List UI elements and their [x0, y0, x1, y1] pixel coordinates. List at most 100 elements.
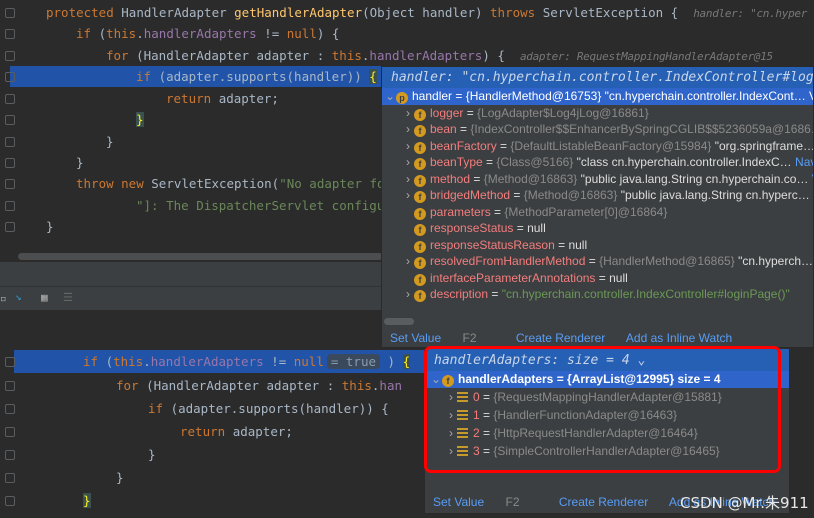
add-inline-watch-link[interactable]: Add as Inline Watch	[626, 331, 732, 345]
fold-marker-icon[interactable]	[5, 426, 15, 437]
tree-root-handler[interactable]: ⌄ p handler = {HandlerMethod@16753} "cn.hy…	[382, 88, 813, 105]
code-line: }	[106, 131, 114, 152]
item-name: method	[430, 171, 471, 186]
item-value: "cn.hyperch…	[738, 254, 813, 268]
fold-marker-icon[interactable]	[5, 221, 15, 232]
fold-marker-icon[interactable]	[5, 495, 15, 506]
field-icon: f	[414, 240, 426, 253]
code-token: (adapter.supports(handler)) {	[170, 401, 389, 416]
inline-value-badge: = true	[326, 354, 381, 369]
view-link[interactable]: V	[812, 172, 813, 186]
field-icon: f	[414, 207, 426, 220]
debug-toolbar: ▫ ↘ ▦ ☰	[0, 286, 382, 310]
tree-item[interactable]: f parameters = {MethodParameter[0]@16864}	[382, 204, 813, 221]
field-icon: f	[414, 158, 426, 170]
stop-icon[interactable]: ▫	[0, 292, 7, 305]
chevron-right-icon[interactable]: ›	[402, 105, 414, 122]
code-token: (Object handler)	[362, 5, 491, 20]
tree-item[interactable]: f responseStatus = null	[382, 220, 813, 237]
code-token: throw new	[76, 176, 152, 191]
item-string: "cn.hyperchain.controller.IndexControlle…	[501, 287, 790, 301]
code-token: adapter;	[218, 91, 279, 106]
item-value: null	[568, 237, 588, 252]
parameter-icon: p	[396, 92, 408, 104]
tree-item[interactable]: › f logger = {LogAdapter$Log4jLog@16861}	[382, 105, 813, 122]
code-token: this	[341, 378, 372, 393]
tree-item[interactable]: › f method = {Method@16863} "public java.l…	[382, 171, 813, 188]
code-token: }	[76, 155, 84, 170]
fold-marker-icon[interactable]	[5, 178, 15, 189]
view-link[interactable]: Navig	[795, 155, 813, 169]
code-token: return	[166, 91, 219, 106]
fold-marker-icon[interactable]	[5, 136, 15, 147]
code-token: !=	[256, 26, 287, 41]
field-icon: f	[414, 141, 426, 154]
fold-marker-icon[interactable]	[5, 93, 15, 104]
fold-marker-icon[interactable]	[5, 7, 15, 18]
item-ref: {HandlerMethod@16865}	[599, 254, 735, 268]
tree-item[interactable]: › f description = "cn.hyperchain.controlle…	[382, 286, 813, 303]
fold-marker-icon[interactable]	[5, 71, 15, 82]
item-name: parameters	[430, 204, 491, 219]
code-token: }	[83, 493, 91, 508]
popup-scrollbar[interactable]	[384, 318, 414, 325]
code-line: return adapter;	[180, 420, 293, 443]
code-token: if	[83, 354, 106, 369]
fold-marker-icon[interactable]	[5, 157, 15, 168]
fold-marker-icon[interactable]	[5, 28, 15, 39]
tree-item[interactable]: › f beanType = {Class@5166} "class cn.hype…	[382, 154, 813, 171]
chevron-right-icon[interactable]: ›	[402, 187, 414, 204]
create-renderer-link[interactable]: Create Renderer	[559, 495, 648, 509]
code-token: }	[106, 134, 114, 149]
fold-marker-icon[interactable]	[5, 50, 15, 61]
code-token: ServletException(	[151, 176, 280, 191]
code-token: handlerAdapters	[369, 48, 483, 63]
code-token: protected	[46, 5, 122, 20]
set-value-link[interactable]: Set Value F2	[433, 495, 538, 509]
item-name: responseStatus	[430, 221, 514, 235]
item-name: bean	[430, 122, 457, 136]
code-token: {	[402, 354, 411, 369]
code-token: this	[113, 354, 144, 369]
trace-icon[interactable]: ☰	[63, 291, 73, 304]
tree-item[interactable]: › f bridgedMethod = {Method@16863} "public…	[382, 187, 813, 204]
tree-item[interactable]: f responseStatusReason = null	[382, 237, 813, 254]
chevron-right-icon[interactable]: ›	[402, 121, 414, 138]
item-value: null	[527, 221, 546, 235]
fold-marker-icon[interactable]	[5, 114, 15, 125]
code-line: return adapter;	[166, 88, 279, 109]
fold-marker-icon[interactable]	[5, 200, 15, 211]
code-line: }	[76, 152, 84, 173]
tree-item[interactable]: › f resolvedFromHandlerMethod = {HandlerMe…	[382, 253, 813, 270]
chevron-right-icon[interactable]: ›	[402, 154, 414, 171]
fold-marker-icon[interactable]	[5, 472, 15, 483]
code-token: this	[106, 26, 137, 41]
code-line: protected HandlerAdapter getHandlerAdapt…	[46, 2, 807, 23]
item-name: description	[430, 287, 489, 301]
tree-item[interactable]: › f beanFactory = {DefaultListableBeanFact…	[382, 138, 813, 155]
code-token: (HandlerAdapter adapter :	[136, 48, 332, 63]
tree-item[interactable]: f interfaceParameterAnnotations = null	[382, 270, 813, 287]
chevron-right-icon[interactable]: ›	[402, 138, 414, 155]
set-value-link[interactable]: Set Value F2	[390, 331, 495, 345]
field-icon: f	[414, 224, 426, 236]
run-to-cursor-icon[interactable]: ↘	[15, 290, 22, 303]
fold-marker-icon[interactable]	[5, 449, 15, 460]
view-link[interactable]: V	[809, 89, 813, 103]
fold-marker-icon[interactable]	[5, 403, 15, 414]
item-name: beanType	[430, 155, 483, 169]
chevron-right-icon[interactable]: ›	[402, 286, 414, 303]
create-renderer-link[interactable]: Create Renderer	[516, 331, 605, 345]
evaluate-expression-icon[interactable]: ▦	[41, 291, 48, 304]
item-name: resolvedFromHandlerMethod	[430, 254, 586, 268]
code-token: throws	[490, 5, 543, 20]
chevron-right-icon[interactable]: ›	[402, 253, 414, 270]
fold-marker-icon[interactable]	[5, 380, 15, 391]
chevron-down-icon[interactable]: ⌄	[384, 88, 396, 105]
code-token: handler: "cn.hyper	[693, 7, 808, 20]
chevron-right-icon[interactable]: ›	[402, 171, 414, 188]
horizontal-scrollbar[interactable]	[18, 253, 383, 260]
tree-item[interactable]: › f bean = {IndexController$$EnhancerBySpr…	[382, 121, 813, 138]
variable-inspector-popup: handler: "cn.hyperchain.controller.Index…	[381, 66, 814, 348]
fold-marker-icon[interactable]	[5, 356, 15, 367]
